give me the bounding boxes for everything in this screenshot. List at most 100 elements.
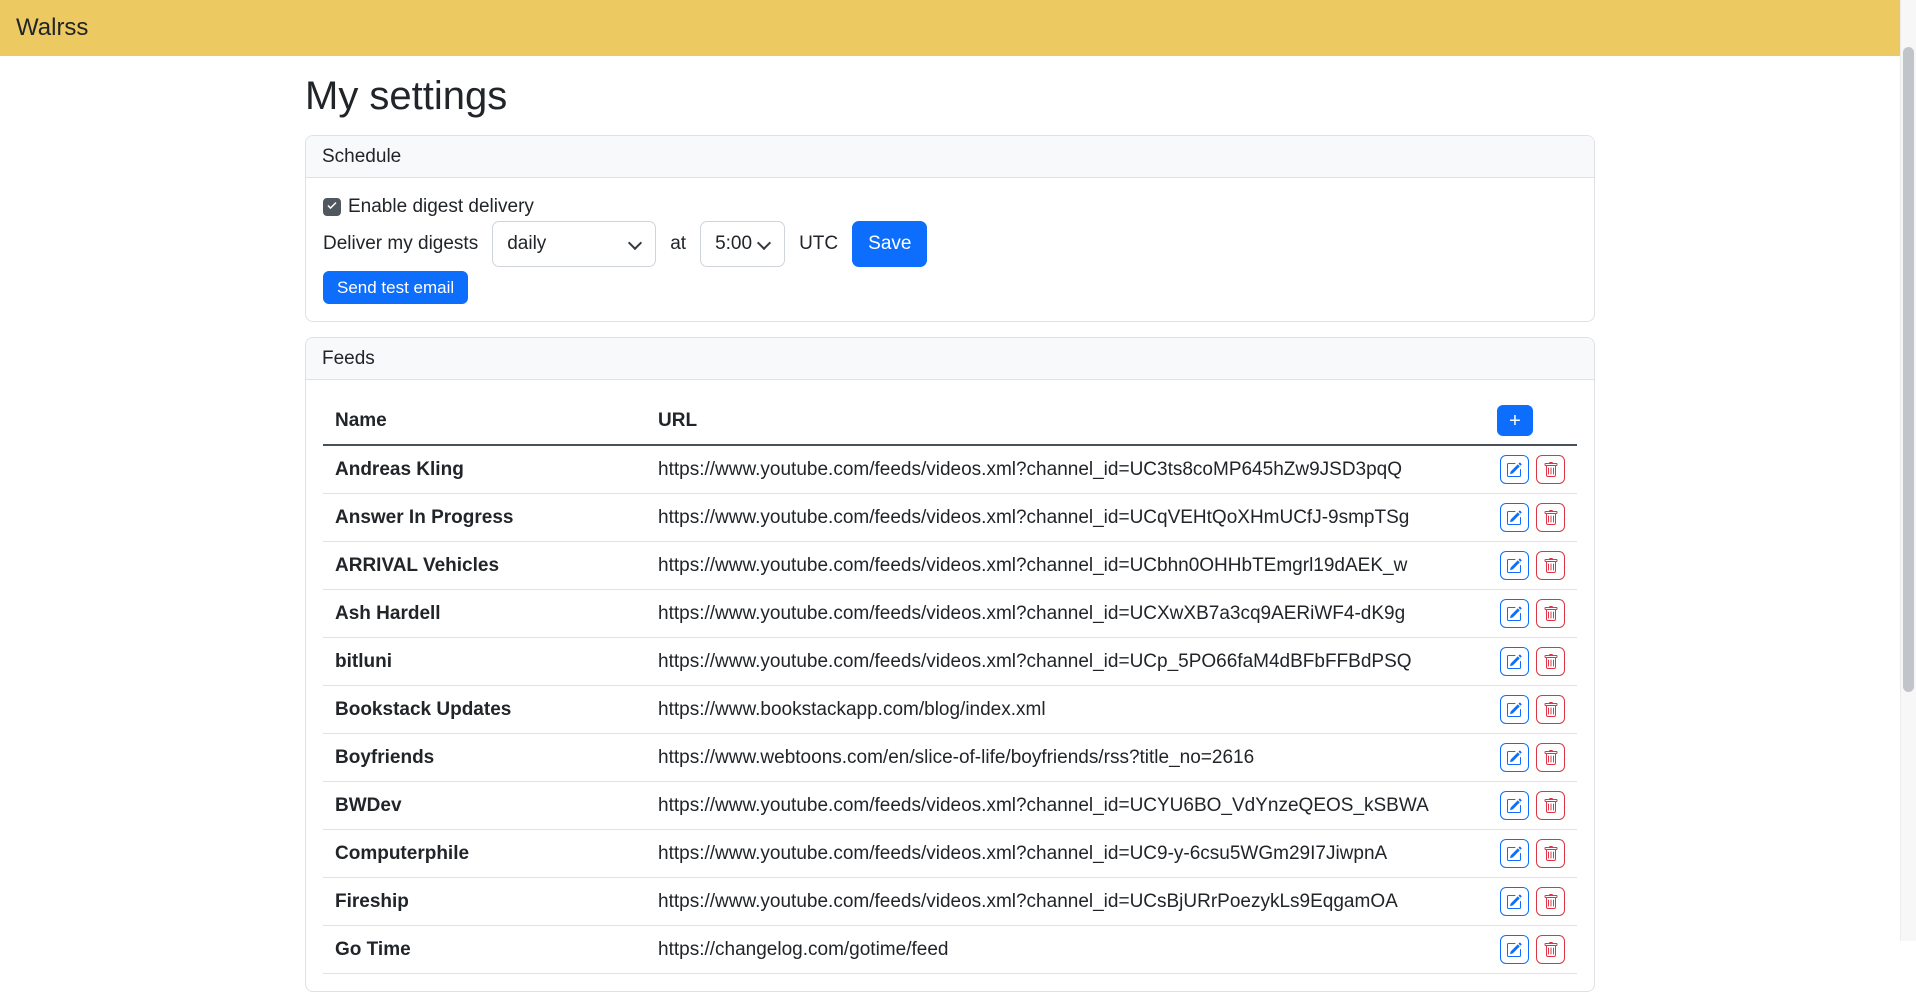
enable-digest-row: Enable digest delivery [323, 195, 1577, 219]
pencil-square-icon [1506, 702, 1522, 718]
feed-row: Computerphile https://www.youtube.com/fe… [323, 830, 1577, 878]
pencil-square-icon [1506, 558, 1522, 574]
pencil-square-icon [1506, 606, 1522, 622]
delete-feed-button[interactable] [1536, 695, 1565, 724]
feed-row: Ash Hardell https://www.youtube.com/feed… [323, 590, 1577, 638]
feeds-table: Name URL + Andreas Kling https://www.you… [323, 397, 1577, 974]
feeds-table-body: Andreas Kling https://www.youtube.com/fe… [323, 445, 1577, 974]
feeds-card-body: Name URL + Andreas Kling https://www.you… [306, 380, 1594, 991]
delete-feed-button[interactable] [1536, 935, 1565, 964]
page: Walrss My settings Schedule Enable diges… [0, 0, 1900, 992]
feeds-card: Feeds Name URL + Andreas Kling https://w [305, 337, 1595, 992]
feed-url: https://www.youtube.com/feeds/videos.xml… [646, 782, 1485, 830]
enable-digest-label[interactable]: Enable digest delivery [348, 196, 534, 218]
feed-row: Bookstack Updates https://www.bookstacka… [323, 686, 1577, 734]
delete-feed-button[interactable] [1536, 503, 1565, 532]
edit-feed-button[interactable] [1500, 695, 1529, 724]
feed-row: Go Time https://changelog.com/gotime/fee… [323, 926, 1577, 974]
feed-url: https://www.webtoons.com/en/slice-of-lif… [646, 734, 1485, 782]
delete-feed-button[interactable] [1536, 743, 1565, 772]
trash-icon [1543, 702, 1559, 718]
feed-row: Answer In Progress https://www.youtube.c… [323, 494, 1577, 542]
feed-name: Bookstack Updates [323, 686, 646, 734]
edit-feed-button[interactable] [1500, 599, 1529, 628]
trash-icon [1543, 654, 1559, 670]
check-icon [326, 201, 338, 213]
edit-feed-button[interactable] [1500, 839, 1529, 868]
feed-name: Andreas Kling [323, 445, 646, 494]
pencil-square-icon [1506, 510, 1522, 526]
edit-feed-button[interactable] [1500, 887, 1529, 916]
edit-feed-button[interactable] [1500, 791, 1529, 820]
trash-icon [1543, 606, 1559, 622]
delete-feed-button[interactable] [1536, 839, 1565, 868]
feed-name: bitluni [323, 638, 646, 686]
deliver-digests-label: Deliver my digests [323, 233, 478, 255]
feed-row: Fireship https://www.youtube.com/feeds/v… [323, 878, 1577, 926]
frequency-select-value: daily [507, 233, 546, 255]
delete-feed-button[interactable] [1536, 455, 1565, 484]
send-test-email-button[interactable]: Send test email [323, 271, 468, 304]
pencil-square-icon [1506, 894, 1522, 910]
feed-row: Boyfriends https://www.webtoons.com/en/s… [323, 734, 1577, 782]
feed-url: https://www.bookstackapp.com/blog/index.… [646, 686, 1485, 734]
vertical-scrollbar-thumb[interactable] [1903, 47, 1914, 692]
delivery-controls-row: Deliver my digests daily at 5:00 UTC Sav… [323, 221, 1577, 267]
trash-icon [1543, 894, 1559, 910]
feed-url: https://changelog.com/gotime/feed [646, 926, 1485, 974]
navbar-brand[interactable]: Walrss [16, 16, 88, 40]
schedule-card-body: Enable digest delivery Deliver my digest… [306, 178, 1594, 321]
feed-row: bitluni https://www.youtube.com/feeds/vi… [323, 638, 1577, 686]
page-title: My settings [305, 72, 1595, 120]
column-header-name: Name [323, 397, 646, 445]
edit-feed-button[interactable] [1500, 455, 1529, 484]
navbar: Walrss [0, 0, 1900, 56]
delete-feed-button[interactable] [1536, 551, 1565, 580]
feed-row: ARRIVAL Vehicles https://www.youtube.com… [323, 542, 1577, 590]
edit-feed-button[interactable] [1500, 743, 1529, 772]
feed-url: https://www.youtube.com/feeds/videos.xml… [646, 830, 1485, 878]
feed-url: https://www.youtube.com/feeds/videos.xml… [646, 445, 1485, 494]
feed-name: Boyfriends [323, 734, 646, 782]
trash-icon [1543, 798, 1559, 814]
feed-row: BWDev https://www.youtube.com/feeds/vide… [323, 782, 1577, 830]
timezone-label: UTC [799, 233, 838, 255]
time-select-value: 5:00 [715, 233, 752, 255]
feed-name: ARRIVAL Vehicles [323, 542, 646, 590]
feeds-table-header-row: Name URL + [323, 397, 1577, 445]
feed-row: Andreas Kling https://www.youtube.com/fe… [323, 445, 1577, 494]
at-label: at [670, 233, 686, 255]
feed-url: https://www.youtube.com/feeds/videos.xml… [646, 494, 1485, 542]
save-button[interactable]: Save [852, 221, 927, 267]
pencil-square-icon [1506, 750, 1522, 766]
trash-icon [1543, 750, 1559, 766]
edit-feed-button[interactable] [1500, 503, 1529, 532]
frequency-select[interactable]: daily [492, 221, 656, 267]
delete-feed-button[interactable] [1536, 887, 1565, 916]
trash-icon [1543, 942, 1559, 958]
trash-icon [1543, 558, 1559, 574]
schedule-card: Schedule Enable digest delivery Deliver … [305, 135, 1595, 322]
feed-name: Answer In Progress [323, 494, 646, 542]
delete-feed-button[interactable] [1536, 599, 1565, 628]
main-content: My settings Schedule Enable digest deliv… [305, 72, 1595, 992]
pencil-square-icon [1506, 462, 1522, 478]
trash-icon [1543, 846, 1559, 862]
delete-feed-button[interactable] [1536, 647, 1565, 676]
feed-name: Computerphile [323, 830, 646, 878]
column-header-url: URL [646, 397, 1485, 445]
pencil-square-icon [1506, 942, 1522, 958]
pencil-square-icon [1506, 654, 1522, 670]
pencil-square-icon [1506, 798, 1522, 814]
time-select[interactable]: 5:00 [700, 221, 785, 267]
feed-name: BWDev [323, 782, 646, 830]
delete-feed-button[interactable] [1536, 791, 1565, 820]
enable-digest-checkbox[interactable] [323, 198, 341, 216]
edit-feed-button[interactable] [1500, 551, 1529, 580]
vertical-scrollbar-track[interactable] [1900, 0, 1916, 941]
feed-name: Go Time [323, 926, 646, 974]
edit-feed-button[interactable] [1500, 647, 1529, 676]
feed-name: Fireship [323, 878, 646, 926]
edit-feed-button[interactable] [1500, 935, 1529, 964]
add-feed-button[interactable]: + [1497, 405, 1533, 436]
